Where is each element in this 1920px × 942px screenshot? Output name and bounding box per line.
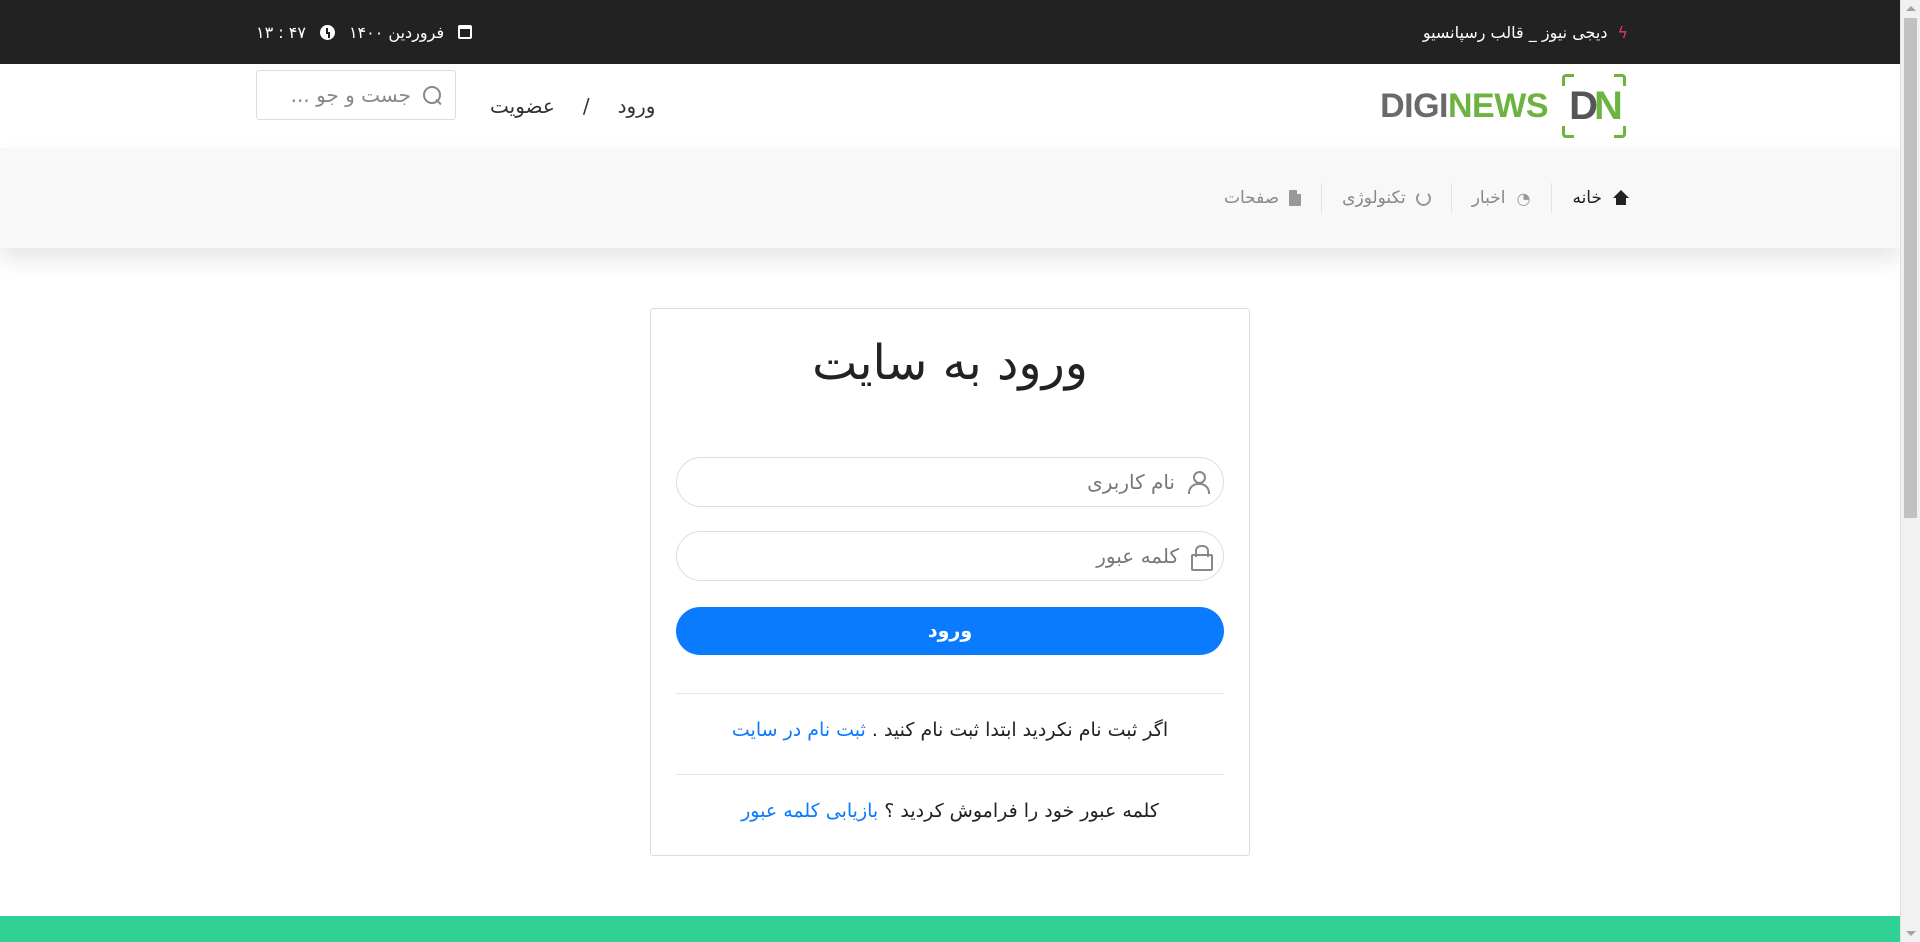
scrollbar-thumb[interactable] [1904, 18, 1917, 518]
recover-password-link[interactable]: بازیابی کلمه عبور [741, 800, 878, 822]
nav-item-label: تکنولوژی [1342, 188, 1406, 208]
date-time: ۱۳ : ۴۷ فروردین ۱۴۰۰ [256, 0, 473, 64]
login-button[interactable]: ورود [676, 607, 1224, 655]
login-title: ورود به سایت [812, 335, 1088, 391]
logo-wordmark: DIGINEWS [1380, 86, 1548, 125]
news-ticker[interactable]: ϟ دیجی نیوز _ قالب رسپانسیو [1423, 0, 1628, 64]
login-card: ورود به سایت ورود اگر ثبت نام نکردید ابت… [650, 308, 1250, 856]
nav-item-technology[interactable]: تکنولوژی [1321, 183, 1451, 213]
nav-item-label: خانه [1572, 188, 1602, 208]
vertical-scrollbar[interactable] [1900, 0, 1920, 942]
login-link[interactable]: ورود [618, 94, 656, 118]
top-bar: ϟ دیجی نیوز _ قالب رسپانسیو ۱۳ : ۴۷ فرور… [0, 0, 1900, 64]
calendar-icon [458, 25, 473, 39]
footer-strip [0, 916, 1900, 942]
username-input[interactable] [691, 470, 1175, 494]
logo-mark: DN [1562, 74, 1626, 138]
site-logo[interactable]: DIGINEWS DN [1380, 74, 1626, 138]
search-icon[interactable] [421, 84, 443, 106]
site-header: DIGINEWS DN ورود / عضویت [0, 64, 1900, 148]
search-box [256, 70, 456, 120]
register-link[interactable]: عضویت [490, 94, 555, 118]
search-input[interactable] [281, 83, 411, 107]
password-input[interactable] [691, 544, 1179, 568]
clock-icon [319, 24, 335, 40]
date-text: فروردین ۱۴۰۰ [348, 22, 445, 42]
register-note: اگر ثبت نام نکردید ابتدا ثبت نام کنید . … [651, 719, 1249, 741]
lock-icon [1191, 544, 1213, 571]
time-text: ۱۳ : ۴۷ [256, 22, 306, 42]
username-field [676, 457, 1224, 507]
file-icon [1289, 190, 1302, 206]
forgot-note-text: کلمه عبور خود را فراموش کردید ؟ [884, 800, 1159, 822]
nav-item-news[interactable]: ◔ اخبار [1450, 183, 1552, 213]
ticker-text[interactable]: دیجی نیوز _ قالب رسپانسیو [1423, 23, 1608, 42]
home-icon [1612, 190, 1630, 206]
auth-links: ورود / عضویت [490, 86, 655, 126]
forgot-note: کلمه عبور خود را فراموش کردید ؟ بازیابی … [651, 800, 1249, 822]
register-site-link[interactable]: ثبت نام در سایت [732, 719, 866, 741]
password-field [676, 531, 1224, 581]
auth-separator: / [582, 94, 590, 118]
scroll-down-arrow-icon[interactable] [1906, 931, 1916, 936]
nav-item-label: صفحات [1223, 188, 1280, 208]
nav-item-label: اخبار [1471, 188, 1506, 208]
register-note-text: اگر ثبت نام نکردید ابتدا ثبت نام کنید . [871, 719, 1169, 741]
nav-item-home[interactable]: خانه [1551, 183, 1650, 213]
circle-notch-icon [1415, 190, 1431, 206]
scroll-up-arrow-icon[interactable] [1906, 6, 1916, 11]
divider [676, 774, 1224, 775]
rss-icon: ◔ [1516, 188, 1531, 208]
user-icon [1187, 470, 1210, 494]
divider [676, 693, 1224, 694]
bolt-icon: ϟ [1617, 22, 1628, 42]
main-nav: خانه ◔ اخبار تکنولوژی صفحات [0, 148, 1900, 248]
nav-item-pages[interactable]: صفحات [1204, 183, 1321, 213]
